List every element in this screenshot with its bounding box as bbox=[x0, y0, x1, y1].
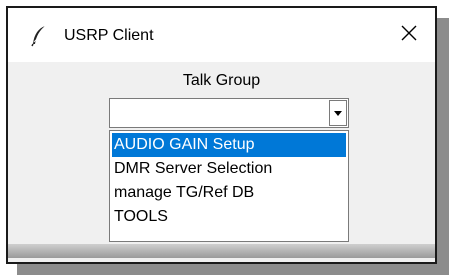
talk-group-combobox[interactable] bbox=[109, 98, 349, 128]
app-window: USRP Client Talk Group AUDIO GAIN Setup … bbox=[6, 6, 437, 264]
close-button[interactable] bbox=[392, 18, 426, 52]
dropdown-item-tools[interactable]: TOOLS bbox=[112, 205, 346, 229]
feather-icon bbox=[30, 25, 48, 47]
window-title: USRP Client bbox=[64, 27, 154, 44]
screenshot-stage: USRP Client Talk Group AUDIO GAIN Setup … bbox=[0, 0, 451, 279]
talk-group-dropdown-list: AUDIO GAIN Setup DMR Server Selection ma… bbox=[109, 130, 349, 242]
chevron-down-icon bbox=[333, 104, 343, 122]
bottom-bar bbox=[8, 244, 435, 258]
title-bar[interactable]: USRP Client bbox=[8, 8, 435, 62]
talk-group-label: Talk Group bbox=[182, 72, 261, 89]
dropdown-button[interactable] bbox=[329, 100, 347, 126]
client-area: Talk Group AUDIO GAIN Setup DMR Server S… bbox=[8, 62, 435, 262]
dropdown-item-audio-gain-setup[interactable]: AUDIO GAIN Setup bbox=[112, 133, 346, 157]
dropdown-item-manage-tg-ref-db[interactable]: manage TG/Ref DB bbox=[112, 181, 346, 205]
dropdown-item-dmr-server-selection[interactable]: DMR Server Selection bbox=[112, 157, 346, 181]
close-icon bbox=[401, 25, 417, 46]
